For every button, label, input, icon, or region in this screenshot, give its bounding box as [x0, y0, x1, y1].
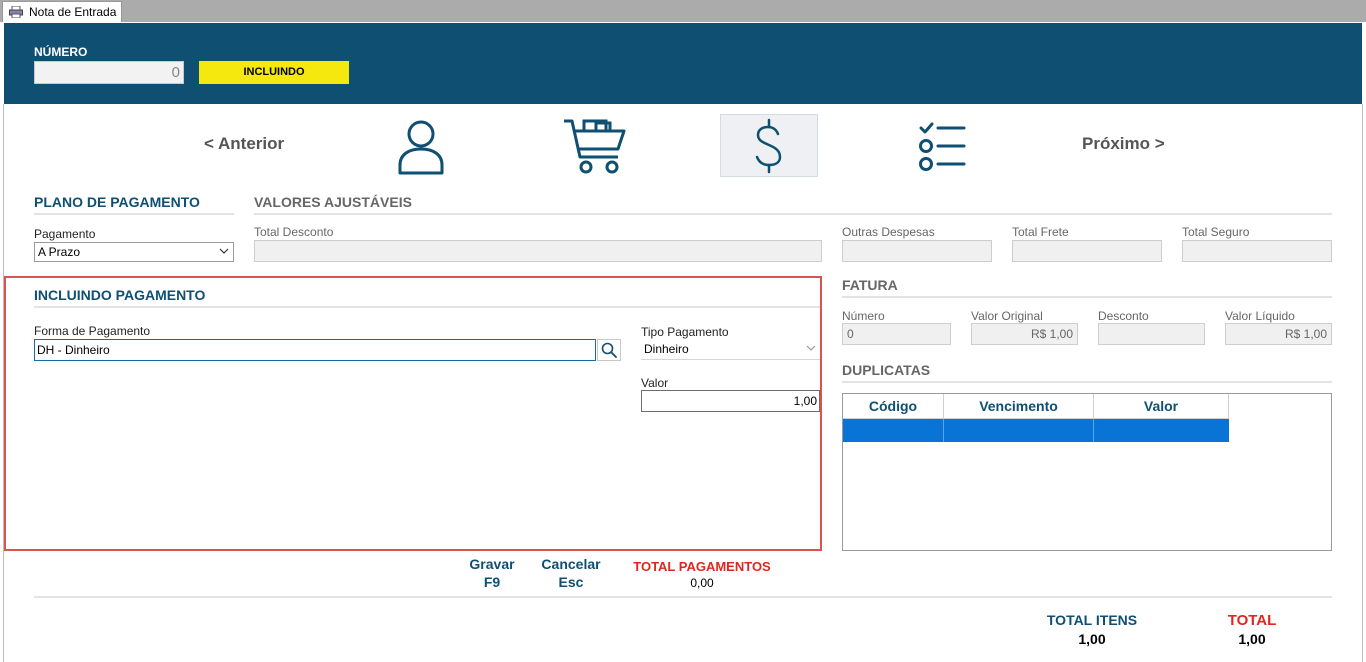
outras-despesas-field [842, 240, 992, 262]
duplicatas-table[interactable]: Código Vencimento Valor [842, 393, 1332, 551]
plano-title: PLANO DE PAGAMENTO [34, 194, 200, 210]
pagamento-value: A Prazo [38, 245, 81, 259]
valor-input[interactable]: 1,00 [641, 390, 820, 412]
frame-right-border [1362, 104, 1363, 662]
footer-divider [34, 596, 1332, 598]
tipo-pagamento-label: Tipo Pagamento [641, 325, 729, 339]
table-cell-valor [1094, 419, 1229, 442]
tab-label: Nota de Entrada [29, 5, 117, 19]
tipo-pagamento-value: Dinheiro [644, 342, 689, 356]
cart-icon [564, 119, 626, 173]
status-badge: INCLUINDO [199, 61, 349, 84]
step-summary[interactable] [894, 114, 992, 177]
valor-label: Valor [641, 376, 669, 390]
plano-divider [34, 213, 234, 215]
valores-divider [254, 213, 1332, 215]
person-icon [398, 120, 444, 174]
step-products[interactable] [546, 114, 644, 177]
total-value: 1,00 [1238, 631, 1266, 647]
total-desconto-label: Total Desconto [254, 225, 334, 239]
valor-liquido-label: Valor Líquido [1225, 309, 1295, 323]
cancelar-button[interactable]: Cancelar Esc [531, 555, 611, 591]
dollar-icon [755, 118, 782, 173]
tab-bar: Nota de Entrada [0, 0, 1366, 22]
search-icon [601, 342, 617, 358]
numero-field: 0 [34, 61, 184, 84]
total-pagamentos-value: 0,00 [690, 576, 714, 590]
chevron-down-icon [219, 248, 229, 254]
valor-liquido-field: R$ 1,00 [1225, 323, 1332, 345]
table-cell-codigo [843, 419, 944, 442]
cancelar-label: Cancelar [541, 556, 601, 572]
table-row[interactable] [843, 419, 1229, 442]
total-label: TOTAL [1227, 612, 1277, 629]
desconto-label: Desconto [1098, 309, 1149, 323]
previous-button[interactable]: < Anterior [204, 134, 284, 154]
forma-search-button[interactable] [597, 339, 621, 361]
fatura-divider [842, 296, 1332, 298]
step-customer[interactable] [372, 114, 470, 177]
fatura-numero-label: Número [842, 309, 885, 323]
forma-pagamento-input[interactable]: DH - Dinheiro [34, 339, 596, 361]
total-itens-value: 1,00 [1078, 631, 1106, 647]
duplicatas-title: DUPLICATAS [842, 362, 931, 378]
tab-nota-de-entrada[interactable]: Nota de Entrada [2, 1, 122, 22]
column-header-valor[interactable]: Valor [1094, 394, 1229, 419]
step-payment[interactable] [720, 114, 818, 177]
gravar-button[interactable]: Gravar F9 [452, 555, 532, 591]
incluindo-divider [34, 306, 820, 308]
chevron-down-icon [806, 345, 816, 351]
incluindo-title: INCLUINDO PAGAMENTO [34, 287, 206, 303]
valores-title: VALORES AJUSTÁVEIS [254, 194, 412, 210]
outras-despesas-label: Outras Despesas [842, 225, 935, 239]
forma-pagamento-label: Forma de Pagamento [34, 324, 151, 338]
valor-original-field: R$ 1,00 [971, 323, 1078, 345]
total-seguro-field [1182, 240, 1332, 262]
incluindo-pagamento-panel [4, 276, 822, 551]
gravar-shortcut: F9 [483, 574, 501, 590]
total-desconto-field [254, 240, 822, 262]
gravar-label: Gravar [469, 556, 515, 572]
column-header-vencimento[interactable]: Vencimento [944, 394, 1094, 419]
checklist-icon [919, 122, 966, 171]
total-frete-field [1012, 240, 1162, 262]
table-cell-vencimento [944, 419, 1094, 442]
tipo-pagamento-select[interactable]: Dinheiro [641, 340, 820, 360]
next-button[interactable]: Próximo > [1082, 134, 1165, 154]
pagamento-label: Pagamento [34, 227, 96, 241]
valor-original-label: Valor Original [971, 309, 1043, 323]
fatura-numero-field: 0 [842, 323, 951, 345]
pagamento-select[interactable]: A Prazo [34, 242, 234, 262]
duplicatas-divider [842, 381, 1332, 383]
cancelar-shortcut: Esc [558, 574, 584, 590]
total-seguro-label: Total Seguro [1182, 225, 1250, 239]
column-header-codigo[interactable]: Código [843, 394, 944, 419]
numero-label: NÚMERO [34, 45, 88, 59]
desconto-field [1098, 323, 1205, 345]
total-pagamentos-label: TOTAL PAGAMENTOS [633, 559, 771, 574]
document-header: NÚMERO 0 INCLUINDO [4, 23, 1362, 104]
total-frete-label: Total Frete [1012, 225, 1069, 239]
printer-icon [9, 6, 23, 18]
total-itens-label: TOTAL ITENS [1046, 612, 1138, 628]
fatura-title: FATURA [842, 277, 898, 293]
